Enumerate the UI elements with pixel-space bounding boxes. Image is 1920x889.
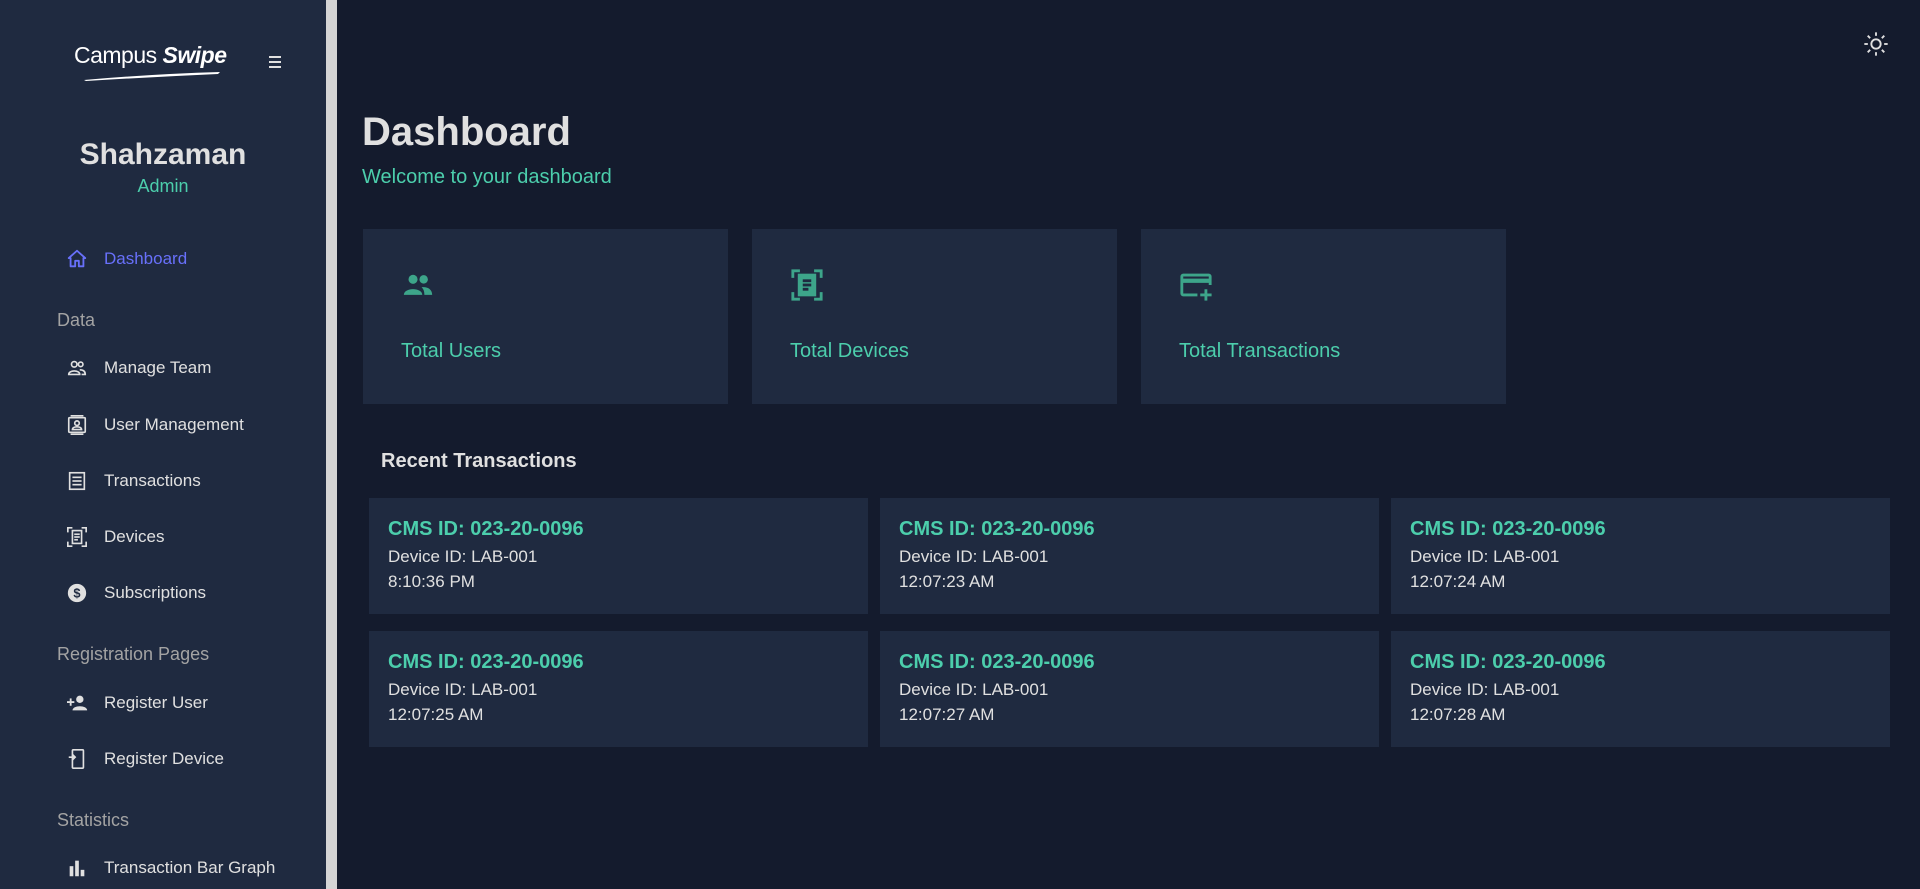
- logo: Campus Swipe: [72, 40, 292, 90]
- sidebar-item-label: Transactions: [104, 471, 201, 490]
- sidebar-item-dashboard[interactable]: Dashboard: [56, 239, 316, 279]
- sidebar-item-user-management[interactable]: User Management: [56, 405, 316, 445]
- theme-toggle-button[interactable]: [1862, 30, 1890, 58]
- dollar-icon: $: [56, 581, 104, 605]
- sidebar-item-subscriptions[interactable]: $ Subscriptions: [56, 573, 316, 613]
- sidebar-item-devices[interactable]: Devices: [56, 517, 316, 557]
- stat-card-users: 9 Total Users: [363, 229, 728, 565]
- menu-toggle-button[interactable]: [266, 52, 286, 72]
- stat-card-transactions: 24 Total Transactions: [1141, 229, 1506, 565]
- home-icon: [56, 247, 104, 271]
- page-title: Dashboard: [362, 110, 571, 154]
- transaction-card[interactable]: CMS ID: 023-20-0096 Device ID: LAB-001 1…: [369, 631, 868, 747]
- section-title-statistics: Statistics: [57, 810, 130, 830]
- transaction-device-id: Device ID: LAB-001: [899, 680, 1049, 699]
- transaction-device-id: Device ID: LAB-001: [1410, 680, 1560, 699]
- sidebar-item-manage-team[interactable]: Manage Team: [56, 348, 316, 388]
- logo-swoosh-icon: [84, 72, 220, 81]
- sidebar-item-register-device[interactable]: Register Device: [56, 739, 316, 779]
- transaction-time: 8:10:36 PM: [388, 572, 475, 591]
- logo-text-campus: Campus: [74, 42, 157, 68]
- transaction-time: 12:07:25 AM: [388, 705, 484, 724]
- sidebar-item-label: Transaction Bar Graph: [104, 858, 276, 877]
- transaction-cms-id: CMS ID: 023-20-0096: [388, 518, 584, 540]
- svg-text:$: $: [73, 586, 80, 601]
- hamburger-icon: [269, 56, 281, 68]
- transaction-card[interactable]: CMS ID: 023-20-0096 Device ID: LAB-001 1…: [1391, 631, 1890, 747]
- transaction-device-id: Device ID: LAB-001: [899, 547, 1049, 566]
- transaction-device-id: Device ID: LAB-001: [1410, 547, 1560, 566]
- profile-name: Shahzaman: [79, 138, 247, 171]
- transaction-cms-id: CMS ID: 023-20-0096: [388, 651, 584, 673]
- transaction-cms-id: CMS ID: 023-20-0096: [1410, 651, 1606, 673]
- sidebar-item-label: User Management: [104, 415, 244, 434]
- person-add-icon: [56, 691, 104, 715]
- contacts-icon: [56, 413, 104, 437]
- people-icon: [56, 356, 104, 380]
- section-title-registration: Registration Pages: [57, 644, 210, 664]
- stat-card-devices: 26 Total Devices: [752, 229, 1117, 565]
- transaction-card[interactable]: CMS ID: 023-20-0096 Device ID: LAB-001 1…: [880, 631, 1379, 747]
- transaction-device-id: Device ID: LAB-001: [388, 547, 538, 566]
- sidebar-item-label: Devices: [104, 527, 165, 546]
- page-subtitle: Welcome to your dashboard: [362, 166, 612, 188]
- section-title-data: Data: [57, 310, 96, 330]
- transaction-time: 12:07:28 AM: [1410, 705, 1506, 724]
- sidebar-item-transactions[interactable]: Transactions: [56, 461, 316, 501]
- bar-chart-icon: [56, 856, 104, 880]
- recent-transactions-heading: Recent Transactions: [381, 450, 577, 472]
- receipt-icon: [56, 469, 104, 493]
- transaction-card[interactable]: CMS ID: 023-20-0096 Device ID: LAB-001 8…: [369, 498, 868, 614]
- sidebar-item-transaction-bar-graph[interactable]: Transaction Bar Graph: [56, 848, 316, 888]
- transaction-card[interactable]: CMS ID: 023-20-0096 Device ID: LAB-001 1…: [880, 498, 1379, 614]
- transaction-cms-id: CMS ID: 023-20-0096: [1410, 518, 1606, 540]
- sidebar-item-label: Register User: [104, 693, 208, 712]
- transaction-cms-id: CMS ID: 023-20-0096: [899, 518, 1095, 540]
- sidebar-item-register-user[interactable]: Register User: [56, 683, 316, 723]
- transaction-cms-id: CMS ID: 023-20-0096: [899, 651, 1095, 673]
- sidebar: Campus Swipe Shahzaman Admin Dashboard D…: [0, 0, 326, 889]
- transaction-time: 12:07:23 AM: [899, 572, 995, 591]
- app-registration-icon: [56, 747, 104, 771]
- transaction-time: 12:07:27 AM: [899, 705, 995, 724]
- sun-icon: [1864, 32, 1888, 56]
- people-icon: [401, 268, 435, 302]
- transaction-card[interactable]: CMS ID: 023-20-0096 Device ID: LAB-001 1…: [1391, 498, 1890, 614]
- sidebar-item-label: Register Device: [104, 749, 224, 768]
- document-scanner-icon: [790, 268, 824, 302]
- stat-label: Total Transactions: [1179, 340, 1341, 362]
- stat-label: Total Devices: [790, 340, 909, 362]
- add-card-icon: [1179, 268, 1213, 302]
- sidebar-item-label: Dashboard: [104, 249, 188, 268]
- stat-label: Total Users: [401, 340, 502, 362]
- sidebar-item-label: Subscriptions: [104, 583, 207, 602]
- transaction-time: 12:07:24 AM: [1410, 572, 1506, 591]
- sidebar-item-label: Manage Team: [104, 358, 212, 377]
- profile-role: Admin: [137, 176, 189, 196]
- document-scanner-icon: [56, 525, 104, 549]
- transaction-device-id: Device ID: LAB-001: [388, 680, 538, 699]
- sidebar-scrollbar[interactable]: [326, 0, 337, 889]
- logo-text-swipe: Swipe: [162, 42, 227, 68]
